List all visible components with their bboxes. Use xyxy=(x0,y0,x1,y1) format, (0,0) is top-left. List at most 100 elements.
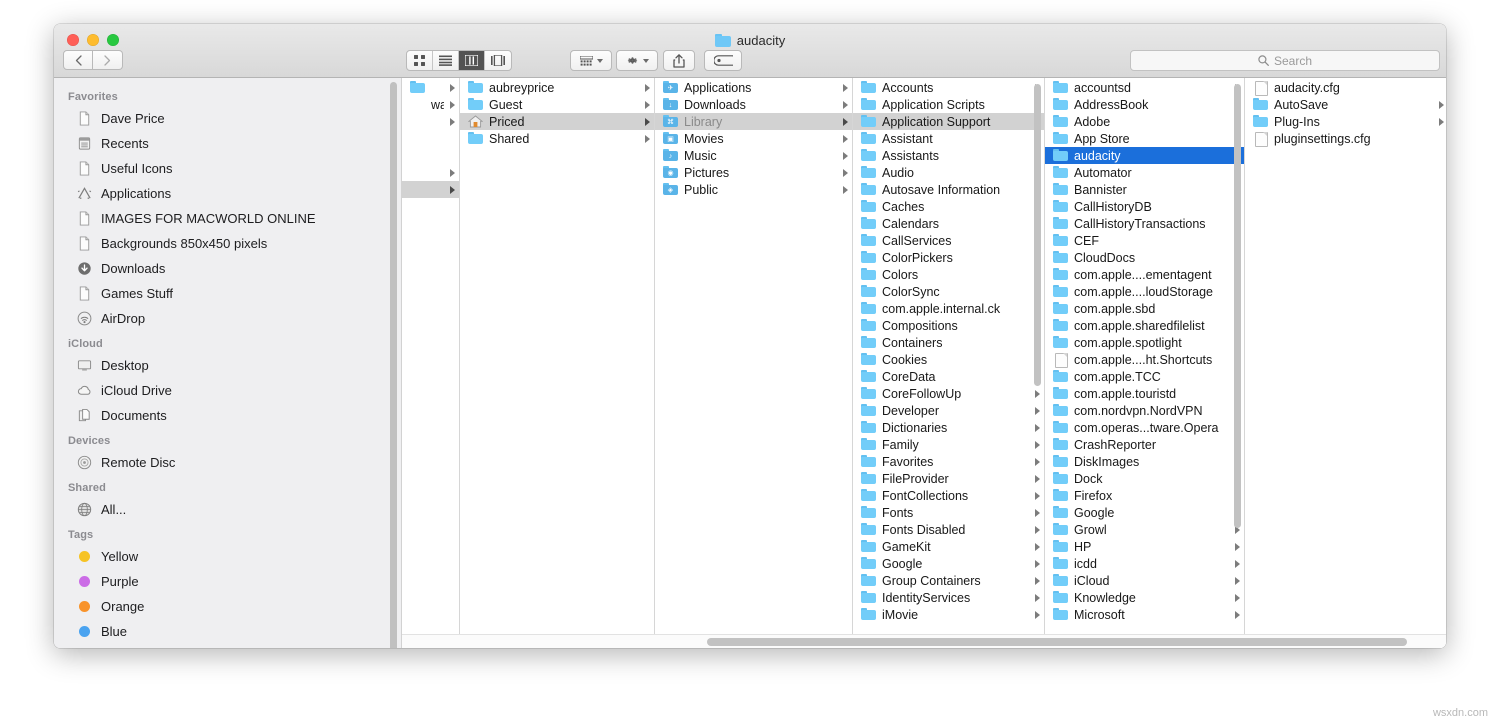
disclosure-arrow-icon[interactable] xyxy=(843,117,848,126)
column-row[interactable]: Accounts xyxy=(853,79,1044,96)
disclosure-arrow-icon[interactable] xyxy=(1439,117,1444,126)
column-row[interactable]: Calendars xyxy=(853,215,1044,232)
column-row[interactable]: Group Containers xyxy=(853,572,1044,589)
disclosure-arrow-icon[interactable] xyxy=(450,185,455,194)
column-row[interactable] xyxy=(402,181,459,198)
column-row[interactable] xyxy=(402,147,459,164)
column-row[interactable]: com.apple.spotlight xyxy=(1045,334,1244,351)
disclosure-arrow-icon[interactable] xyxy=(1235,610,1240,619)
disclosure-arrow-icon[interactable] xyxy=(1035,440,1040,449)
disclosure-arrow-icon[interactable] xyxy=(1439,100,1444,109)
horizontal-scrollbar-track[interactable] xyxy=(402,634,1446,648)
column-row[interactable]: com.apple....ht.Shortcuts xyxy=(1045,351,1244,368)
disclosure-arrow-icon[interactable] xyxy=(1235,576,1240,585)
column-row[interactable]: Colors xyxy=(853,266,1044,283)
column-row[interactable]: com.apple.TCC xyxy=(1045,368,1244,385)
column-row[interactable]: ware xyxy=(402,96,459,113)
column-row[interactable]: DiskImages xyxy=(1045,453,1244,470)
disclosure-arrow-icon[interactable] xyxy=(1035,542,1040,551)
column-row[interactable]: Firefox xyxy=(1045,487,1244,504)
column-row[interactable]: audacity xyxy=(1045,147,1244,164)
disclosure-arrow-icon[interactable] xyxy=(1235,542,1240,551)
disclosure-arrow-icon[interactable] xyxy=(1035,389,1040,398)
disclosure-arrow-icon[interactable] xyxy=(450,100,455,109)
column-row[interactable]: com.nordvpn.NordVPN xyxy=(1045,402,1244,419)
disclosure-arrow-icon[interactable] xyxy=(843,168,848,177)
column-row[interactable]: ColorPickers xyxy=(853,249,1044,266)
sidebar-item-all[interactable]: All... xyxy=(54,497,401,522)
disclosure-arrow-icon[interactable] xyxy=(1035,576,1040,585)
column-row[interactable]: IdentityServices xyxy=(853,589,1044,606)
column-row[interactable]: com.apple....loudStorage xyxy=(1045,283,1244,300)
column-row[interactable]: Compositions xyxy=(853,317,1044,334)
column-row[interactable]: Dock xyxy=(1045,470,1244,487)
sidebar-item-blue[interactable]: Blue xyxy=(54,619,401,644)
column-row[interactable]: iCloud xyxy=(1045,572,1244,589)
column-row[interactable]: com.apple.touristd xyxy=(1045,385,1244,402)
column-row[interactable]: CallHistoryTransactions xyxy=(1045,215,1244,232)
column-row[interactable]: Google xyxy=(1045,504,1244,521)
column-row[interactable]: ◈ Public xyxy=(655,181,852,198)
sidebar-item-images-for-macworld-online[interactable]: IMAGES FOR MACWORLD ONLINE xyxy=(54,206,401,231)
sidebar-item-documents[interactable]: Documents xyxy=(54,403,401,428)
column-row[interactable]: HP xyxy=(1045,538,1244,555)
column-row[interactable]: AutoSave xyxy=(1245,96,1446,113)
column-row[interactable]: iMovie xyxy=(853,606,1044,623)
sidebar-item-desktop[interactable]: Desktop xyxy=(54,353,401,378)
column-row[interactable]: aubreyprice xyxy=(460,79,654,96)
sidebar-item-backgrounds-850x450-pixels[interactable]: Backgrounds 850x450 pixels xyxy=(54,231,401,256)
column-row[interactable]: ◉ Pictures xyxy=(655,164,852,181)
column-row[interactable]: Assistant xyxy=(853,130,1044,147)
column-row[interactable]: Automator xyxy=(1045,164,1244,181)
action-menu-button[interactable] xyxy=(616,50,658,71)
column-row[interactable]: Autosave Information xyxy=(853,181,1044,198)
disclosure-arrow-icon[interactable] xyxy=(1035,508,1040,517)
column-row[interactable]: Containers xyxy=(853,334,1044,351)
column-row[interactable]: AddressBook xyxy=(1045,96,1244,113)
disclosure-arrow-icon[interactable] xyxy=(645,83,650,92)
zoom-window-button[interactable] xyxy=(107,34,119,46)
column-row[interactable] xyxy=(402,79,459,96)
column-vertical-scrollbar[interactable] xyxy=(1034,83,1041,386)
sidebar-item-games-stuff[interactable]: Games Stuff xyxy=(54,281,401,306)
disclosure-arrow-icon[interactable] xyxy=(1035,406,1040,415)
column-row[interactable]: Assistants xyxy=(853,147,1044,164)
column-row[interactable]: FileProvider xyxy=(853,470,1044,487)
horizontal-scrollbar-thumb[interactable] xyxy=(707,638,1407,646)
disclosure-arrow-icon[interactable] xyxy=(1035,525,1040,534)
disclosure-arrow-icon[interactable] xyxy=(645,134,650,143)
disclosure-arrow-icon[interactable] xyxy=(450,117,455,126)
column-row[interactable]: CloudDocs xyxy=(1045,249,1244,266)
column-row[interactable]: CoreFollowUp xyxy=(853,385,1044,402)
column-row[interactable]: accountsd xyxy=(1045,79,1244,96)
sidebar-item-remote-disc[interactable]: Remote Disc xyxy=(54,450,401,475)
disclosure-arrow-icon[interactable] xyxy=(645,100,650,109)
column-row[interactable]: com.apple.internal.ck xyxy=(853,300,1044,317)
column-row[interactable]: Fonts xyxy=(853,504,1044,521)
column-row[interactable]: ✈ Applications xyxy=(655,79,852,96)
search-input[interactable]: Search xyxy=(1274,54,1312,68)
column-row[interactable]: Caches xyxy=(853,198,1044,215)
disclosure-arrow-icon[interactable] xyxy=(843,185,848,194)
column-row[interactable]: Google xyxy=(853,555,1044,572)
column-row[interactable]: Knowledge xyxy=(1045,589,1244,606)
close-window-button[interactable] xyxy=(67,34,79,46)
sidebar-item-purple[interactable]: Purple xyxy=(54,569,401,594)
disclosure-arrow-icon[interactable] xyxy=(1035,457,1040,466)
column-row[interactable]: GameKit xyxy=(853,538,1044,555)
column-row[interactable]: ColorSync xyxy=(853,283,1044,300)
sidebar-item-downloads[interactable]: Downloads xyxy=(54,256,401,281)
column-row[interactable]: ⌘ Library xyxy=(655,113,852,130)
column-row[interactable]: Guest xyxy=(460,96,654,113)
sidebar-scrollbar[interactable] xyxy=(390,82,397,648)
column-row[interactable] xyxy=(402,113,459,130)
column-row[interactable]: CoreData xyxy=(853,368,1044,385)
disclosure-arrow-icon[interactable] xyxy=(645,117,650,126)
column-row[interactable]: App Store xyxy=(1045,130,1244,147)
share-button[interactable] xyxy=(663,50,695,71)
column-row[interactable]: pluginsettings.cfg xyxy=(1245,130,1446,147)
column-row[interactable]: CallHistoryDB xyxy=(1045,198,1244,215)
column-row[interactable]: com.apple....ementagent xyxy=(1045,266,1244,283)
back-button[interactable] xyxy=(63,50,93,70)
column-row[interactable]: Fonts Disabled xyxy=(853,521,1044,538)
